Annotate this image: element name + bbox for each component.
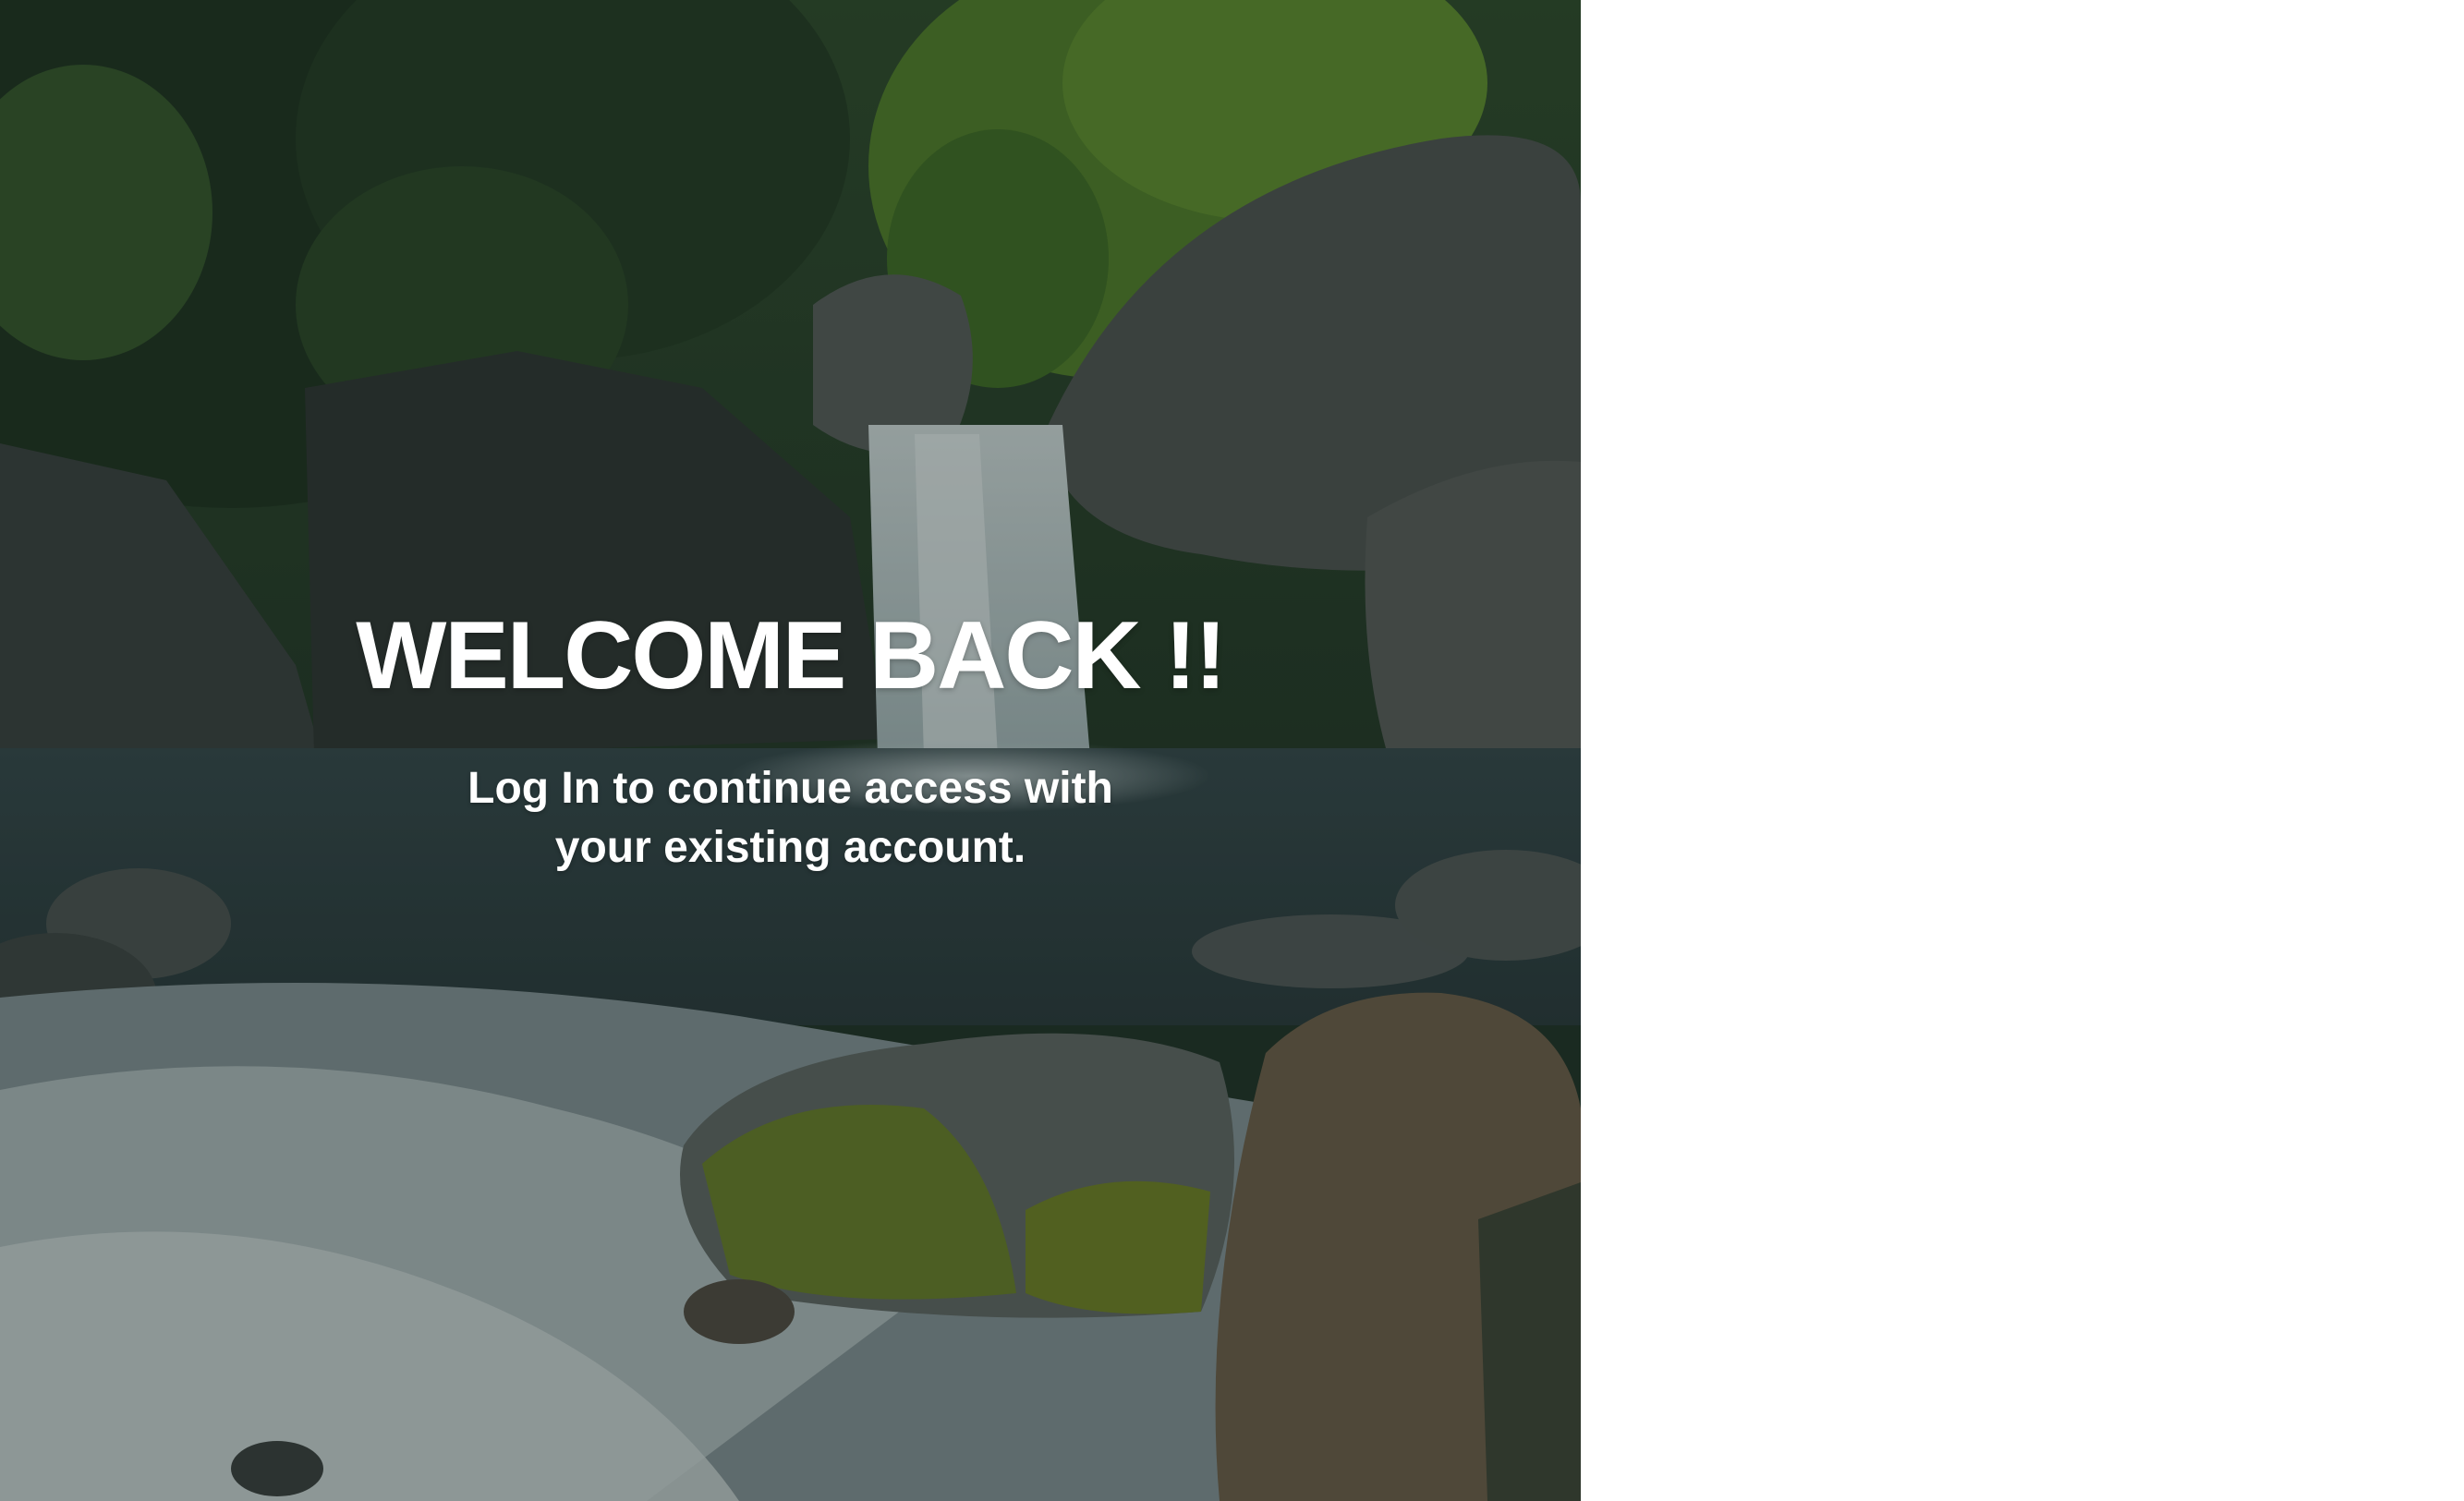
hero-panel: WELCOME BACK !! Log In to continue acces… [0,0,1581,1501]
welcome-subtitle: Log In to continue access with your exis… [467,764,1113,872]
login-form-pane [1581,0,2464,1501]
login-page: WELCOME BACK !! Log In to continue acces… [0,0,2464,1501]
welcome-title: WELCOME BACK !! [356,602,1227,709]
hero-text-block: WELCOME BACK !! Log In to continue acces… [0,0,1581,1501]
